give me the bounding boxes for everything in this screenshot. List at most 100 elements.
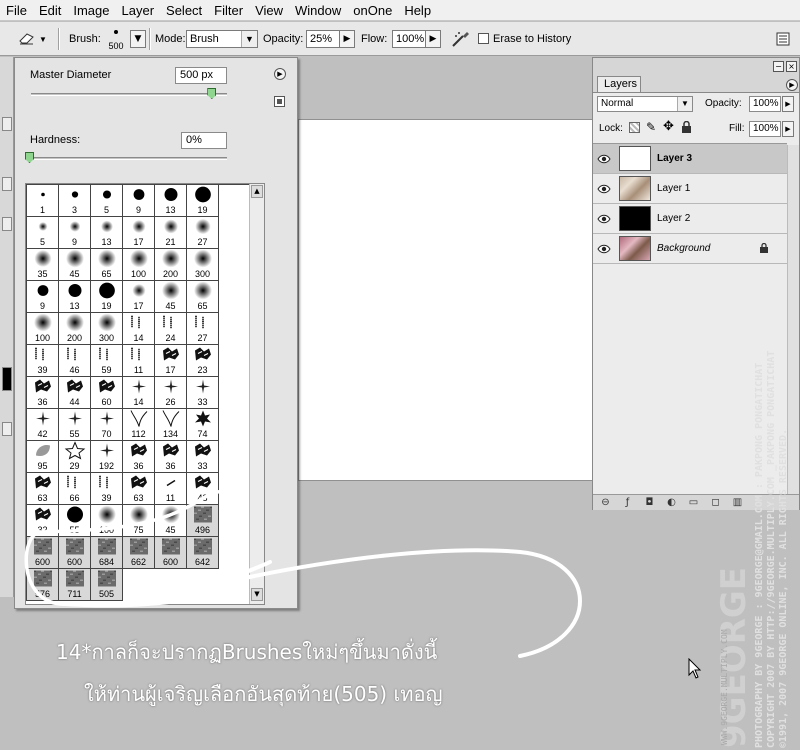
brush-preset[interactable]: 13 (155, 185, 187, 217)
erase-to-history-checkbox[interactable] (478, 33, 489, 44)
brush-preset[interactable]: 134 (155, 409, 187, 441)
lock-all-icon[interactable] (681, 121, 692, 133)
link-layers-icon[interactable]: ⊖ (599, 497, 612, 509)
eye-icon[interactable] (597, 243, 611, 255)
layers-menu-button[interactable]: ▶ (786, 79, 798, 91)
menu-select[interactable]: Select (160, 0, 208, 21)
brush-preset[interactable]: 13 (59, 281, 91, 313)
lock-pixels-icon[interactable]: ✎ (646, 120, 656, 134)
add-mask-icon[interactable]: ◘ (643, 497, 656, 509)
brush-preset[interactable]: 505 (91, 569, 123, 601)
brush-preset[interactable]: 711 (59, 569, 91, 601)
brush-preview[interactable]: 500 (104, 26, 128, 54)
menu-layer[interactable]: Layer (116, 0, 161, 21)
brush-preset[interactable]: 55 (59, 505, 91, 537)
brush-preset[interactable]: 39 (91, 473, 123, 505)
layer-style-icon[interactable]: ƒ (621, 497, 634, 509)
mode-select[interactable]: Brush ▼ (186, 30, 258, 48)
menu-window[interactable]: Window (289, 0, 347, 21)
eye-icon[interactable] (597, 183, 611, 195)
eraser-tool-icon[interactable] (18, 31, 36, 45)
brush-list-scrollbar[interactable]: ▲ ▼ (249, 184, 264, 604)
tool-preset-dropdown-icon[interactable]: ▼ (39, 35, 47, 44)
close-button[interactable]: × (786, 61, 797, 72)
brush-preset[interactable]: 9 (59, 217, 91, 249)
master-diameter-slider[interactable] (31, 93, 227, 96)
brush-preset[interactable]: 11 (155, 473, 187, 505)
fill-field[interactable]: 100% (749, 121, 781, 137)
menu-help[interactable]: Help (398, 0, 437, 21)
adjustment-layer-icon[interactable]: ◐ (665, 497, 678, 509)
hardness-field[interactable]: 0% (181, 132, 227, 149)
tool-icon[interactable] (2, 422, 12, 436)
brush-preset[interactable]: 17 (123, 281, 155, 313)
hardness-slider-thumb[interactable] (25, 152, 34, 163)
brush-preset[interactable]: 45 (155, 281, 187, 313)
master-diameter-slider-thumb[interactable] (207, 88, 217, 99)
brush-preset[interactable]: 70 (91, 409, 123, 441)
master-diameter-field[interactable]: 500 px (175, 67, 227, 84)
brush-preset[interactable]: 45 (59, 249, 91, 281)
brush-preset[interactable]: 26 (155, 377, 187, 409)
airbrush-icon[interactable] (451, 30, 471, 48)
blend-mode-select[interactable]: Normal ▼ (597, 96, 693, 112)
picker-menu-button[interactable]: ▶ (274, 68, 286, 80)
brush-preset[interactable]: 48 (187, 473, 219, 505)
brush-picker-toggle-button[interactable]: ▼ (130, 30, 146, 48)
brush-preset[interactable]: 5 (91, 185, 123, 217)
brush-preset[interactable]: 59 (91, 345, 123, 377)
brush-preset[interactable]: 662 (123, 537, 155, 569)
brush-preset[interactable]: 36 (123, 441, 155, 473)
layer-row[interactable]: Layer 1 (593, 174, 787, 204)
menu-image[interactable]: Image (67, 0, 115, 21)
brush-preset[interactable]: 3 (59, 185, 91, 217)
brush-preset[interactable]: 200 (155, 249, 187, 281)
brush-preset[interactable]: 300 (91, 313, 123, 345)
lock-transparency-icon[interactable] (629, 122, 640, 133)
delete-layer-icon[interactable]: ▥ (731, 497, 744, 509)
brush-preset[interactable]: 11 (123, 345, 155, 377)
new-group-icon[interactable]: ▭ (687, 497, 700, 509)
brush-preset[interactable]: 19 (91, 281, 123, 313)
brush-preset[interactable]: 19 (187, 185, 219, 217)
brush-preset[interactable]: 1 (27, 185, 59, 217)
brush-preset[interactable]: 65 (91, 249, 123, 281)
brush-preset[interactable]: 45 (155, 505, 187, 537)
fill-slider-button[interactable]: ▶ (782, 121, 794, 137)
brush-preset[interactable]: 65 (187, 281, 219, 313)
document-canvas[interactable] (298, 119, 594, 481)
brush-preset[interactable]: 200 (59, 313, 91, 345)
brush-preset[interactable]: 642 (187, 537, 219, 569)
brush-preset[interactable]: 100 (123, 249, 155, 281)
menu-file[interactable]: File (0, 0, 33, 21)
brush-preset[interactable]: 39 (27, 345, 59, 377)
brush-preset[interactable]: 14 (123, 313, 155, 345)
brush-preset[interactable]: 35 (27, 249, 59, 281)
tool-icon[interactable] (2, 177, 12, 191)
brush-preset[interactable]: 75 (123, 505, 155, 537)
brush-preset[interactable]: 74 (187, 409, 219, 441)
opacity-field[interactable]: 25% (306, 30, 340, 48)
brush-preset[interactable]: 23 (187, 345, 219, 377)
layer-row[interactable]: Layer 3 (593, 144, 787, 174)
layer-opacity-slider-button[interactable]: ▶ (782, 96, 794, 112)
brush-preset[interactable]: 32 (27, 505, 59, 537)
brush-preset[interactable]: 27 (187, 217, 219, 249)
menu-edit[interactable]: Edit (33, 0, 67, 21)
brush-preset[interactable]: 576 (27, 569, 59, 601)
brush-preset[interactable]: 27 (187, 313, 219, 345)
opacity-slider-button[interactable]: ▶ (339, 30, 355, 48)
brush-preset[interactable]: 14 (123, 377, 155, 409)
brush-preset[interactable]: 21 (155, 217, 187, 249)
new-layer-icon[interactable]: ◻ (709, 497, 722, 509)
layer-row[interactable]: Layer 2 (593, 204, 787, 234)
tab-layers[interactable]: Layers (597, 76, 641, 92)
brush-preset[interactable]: 100 (27, 313, 59, 345)
brush-preset[interactable]: 600 (155, 537, 187, 569)
menu-view[interactable]: View (249, 0, 289, 21)
scroll-down-arrow-icon[interactable]: ▼ (251, 588, 263, 601)
brush-preset[interactable]: 63 (27, 473, 59, 505)
brush-preset[interactable]: 95 (27, 441, 59, 473)
brush-preset[interactable]: 46 (59, 345, 91, 377)
brush-preset[interactable]: 36 (155, 441, 187, 473)
